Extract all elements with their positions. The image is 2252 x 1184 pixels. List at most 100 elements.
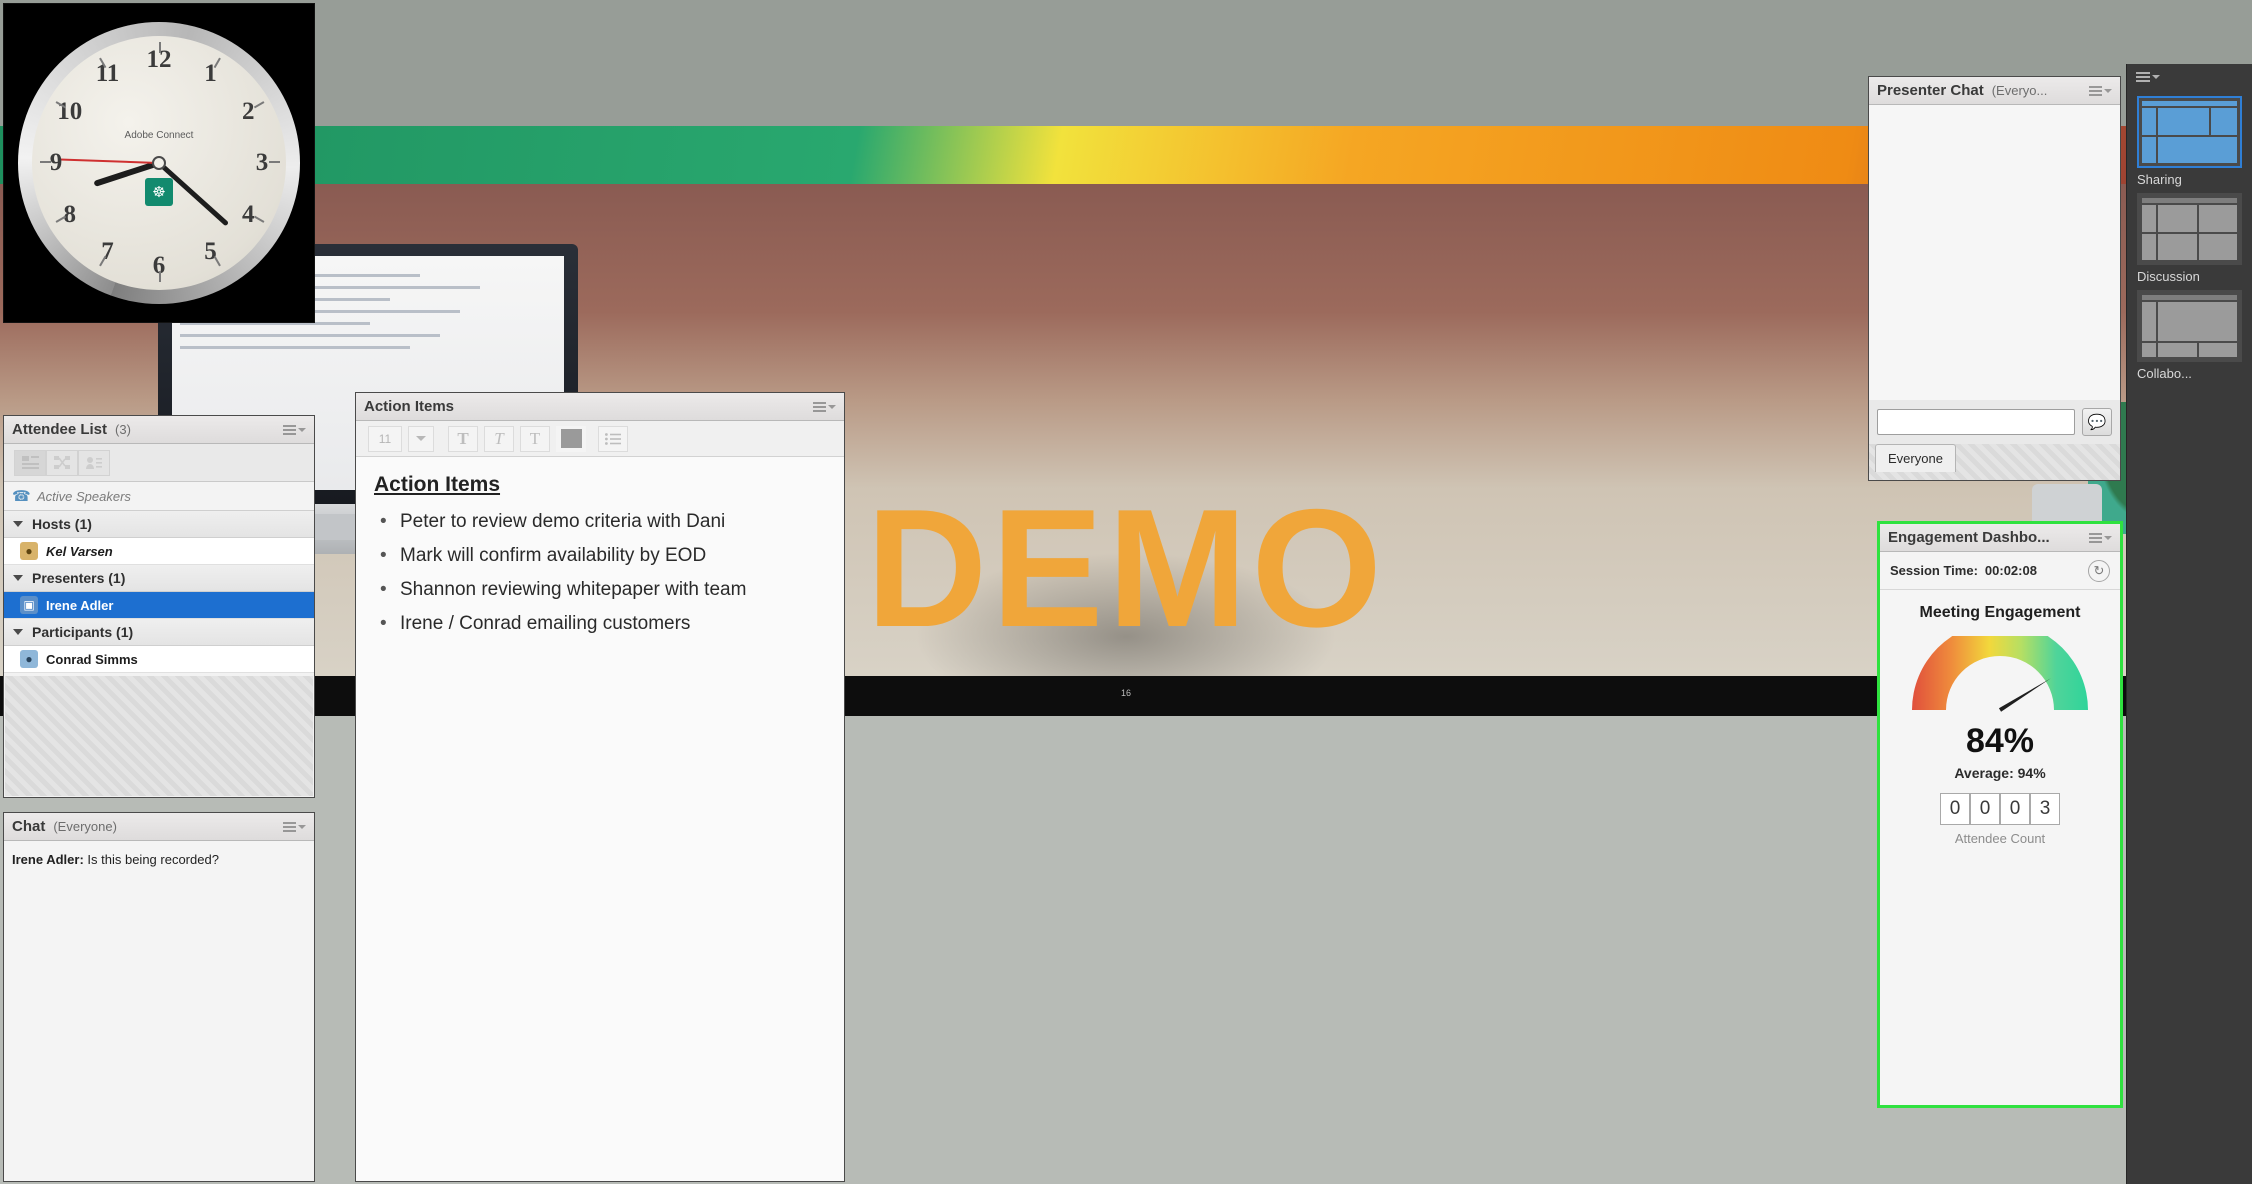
layout-thumb-collaboration: [2137, 290, 2242, 362]
action-item: Peter to review demo criteria with Dani: [374, 505, 826, 539]
chat-message-author: Irene Adler: [12, 852, 80, 867]
engagement-percent: 84%: [1965, 722, 2035, 760]
group-label-presenters: Presenters (1): [32, 570, 126, 586]
clock-numeral: 3: [255, 149, 269, 176]
clock-second-hand: [59, 158, 160, 164]
layout-item-sharing[interactable]: Sharing: [2137, 96, 2242, 187]
attendee-pod-menu-icon[interactable]: [283, 424, 306, 435]
chat-message: Irene Adler: Is this being recorded?: [12, 852, 219, 867]
clock-center-cap: [152, 156, 166, 170]
clock-numeral: 4: [241, 200, 255, 228]
italic-icon[interactable]: T: [484, 425, 514, 452]
attendee-name: Irene Adler: [46, 597, 114, 613]
chevron-down-icon[interactable]: [13, 521, 23, 527]
attendee-row-irene-adler[interactable]: ▣ Irene Adler: [4, 592, 314, 619]
action-items-menu-icon[interactable]: [813, 401, 836, 412]
attendee-row-conrad-simms[interactable]: ● Conrad Simms: [4, 646, 314, 673]
participant-avatar-icon: ●: [20, 650, 38, 668]
layout-item-collaboration[interactable]: Collabo...: [2137, 290, 2242, 381]
name-card-icon[interactable]: [78, 449, 110, 476]
presenter-chat-title: Presenter Chat: [1877, 82, 1984, 99]
group-label-hosts: Hosts (1): [32, 516, 92, 532]
attendee-toolbar: [4, 444, 314, 482]
action-item: Irene / Conrad emailing customers: [374, 607, 826, 641]
clock-numeral: 2: [241, 97, 255, 125]
bold-icon[interactable]: T: [448, 425, 478, 452]
attendee-name: Kel Varsen: [46, 543, 113, 559]
attendee-name: Conrad Simms: [46, 651, 138, 667]
font-size-dropdown-icon[interactable]: [408, 425, 434, 452]
clock-tick: [159, 42, 161, 53]
clock-numeral: 11: [95, 59, 120, 87]
chat-bubble-icon[interactable]: 💬: [2082, 408, 2112, 436]
chat-pod-header: Chat (Everyone): [4, 813, 314, 841]
session-time-row: Session Time: 00:02:08 ↻: [1880, 552, 2120, 590]
attendee-count: (3): [115, 422, 131, 437]
attendee-counter: 0 0 0 3: [1880, 793, 2120, 825]
attendee-group-participants[interactable]: Participants (1): [4, 619, 314, 646]
layout-label-discussion: Discussion: [2137, 269, 2200, 284]
chat-pod-menu-icon[interactable]: [283, 821, 306, 832]
bullet-list-icon[interactable]: [598, 425, 628, 452]
action-items-pod: Action Items 11 T T T Action Items Peter…: [355, 392, 845, 1182]
layout-menu-icon[interactable]: [2127, 64, 2252, 90]
list-view-icon[interactable]: [14, 449, 46, 476]
attendee-pod-header: Attendee List (3): [4, 416, 314, 444]
presenter-avatar-icon: ▣: [20, 596, 38, 614]
chevron-down-icon[interactable]: [13, 575, 23, 581]
chat-message-text: Is this being recorded?: [87, 852, 219, 867]
active-speakers-row: ☎ Active Speakers: [4, 482, 314, 511]
engagement-average: Average: 94%: [1954, 765, 2046, 781]
attendee-row-kel-varsen[interactable]: ● Kel Varsen: [4, 538, 314, 565]
presenter-chat-scope: (Everyo...: [1991, 83, 2048, 98]
active-speakers-label: Active Speakers: [37, 488, 131, 504]
layout-thumb-discussion: [2137, 193, 2242, 265]
engagement-header: Engagement Dashbo...: [1880, 524, 2120, 552]
chat-message-list[interactable]: Irene Adler: Is this being recorded?: [4, 841, 314, 1181]
presenter-chat-messages[interactable]: [1869, 105, 2120, 400]
meeting-engagement-label: Meeting Engagement: [1919, 604, 2081, 621]
presenter-chat-tabs: Everyone: [1869, 444, 2120, 480]
layout-item-discussion[interactable]: Discussion: [2137, 193, 2242, 284]
adobe-connect-badge-icon: ☸: [145, 178, 173, 207]
presenter-chat-header: Presenter Chat (Everyo...: [1869, 77, 2120, 105]
breakout-rooms-icon[interactable]: [46, 449, 78, 476]
chat-pod: Chat (Everyone) Irene Adler: Is this bei…: [3, 812, 315, 1182]
layout-label-sharing: Sharing: [2137, 172, 2182, 187]
attendee-group-presenters[interactable]: Presenters (1): [4, 565, 314, 592]
presenter-chat-input-row: 💬: [1869, 400, 2120, 444]
clock-numeral: 10: [57, 97, 83, 125]
engagement-dashboard-pod: Engagement Dashbo... Session Time: 00:02…: [1877, 521, 2123, 1108]
layout-thumb-sharing: [2137, 96, 2242, 168]
attendee-list-pod: Attendee List (3) ☎ Active Speakers Host…: [3, 415, 315, 798]
text-color-icon[interactable]: [556, 425, 586, 452]
presenter-chat-input[interactable]: [1877, 409, 2075, 435]
chevron-down-icon[interactable]: [13, 629, 23, 635]
attendee-count-label: Attendee Count: [1954, 831, 2046, 846]
counter-digit: 3: [2030, 793, 2060, 825]
underline-icon[interactable]: T: [520, 425, 550, 452]
presenter-chat-menu-icon[interactable]: [2089, 85, 2112, 96]
reset-timer-icon[interactable]: ↻: [2088, 559, 2110, 582]
chat-scope: (Everyone): [53, 819, 117, 834]
counter-digit: 0: [2000, 793, 2030, 825]
layout-label-collaboration: Collabo...: [2137, 366, 2192, 381]
clock-numeral: 9: [49, 149, 63, 176]
engagement-menu-icon[interactable]: [2089, 532, 2112, 543]
action-item: Shannon reviewing whitepaper with team: [374, 573, 826, 607]
session-time-label: Session Time:: [1890, 563, 1978, 578]
presenter-chat-tab-everyone[interactable]: Everyone: [1875, 444, 1956, 472]
counter-digit: 0: [1940, 793, 1970, 825]
action-items-body[interactable]: Action Items Peter to review demo criter…: [356, 457, 844, 1181]
attendee-group-hosts[interactable]: Hosts (1): [4, 511, 314, 538]
action-item: Mark will confirm availability by EOD: [374, 539, 826, 573]
action-items-heading: Action Items: [374, 473, 501, 496]
chat-pod-title: Chat: [12, 818, 46, 835]
engagement-gauge: [1902, 622, 2098, 716]
font-size-field[interactable]: 11: [368, 425, 402, 452]
action-items-toolbar: 11 T T T: [356, 421, 844, 457]
active-speaker-icon: ☎: [12, 487, 31, 505]
clock-numeral: 8: [63, 200, 77, 228]
presenter-chat-pod: Presenter Chat (Everyo... 💬 Everyone: [1868, 76, 2121, 481]
clock-brand-label: Adobe Connect: [124, 129, 194, 141]
